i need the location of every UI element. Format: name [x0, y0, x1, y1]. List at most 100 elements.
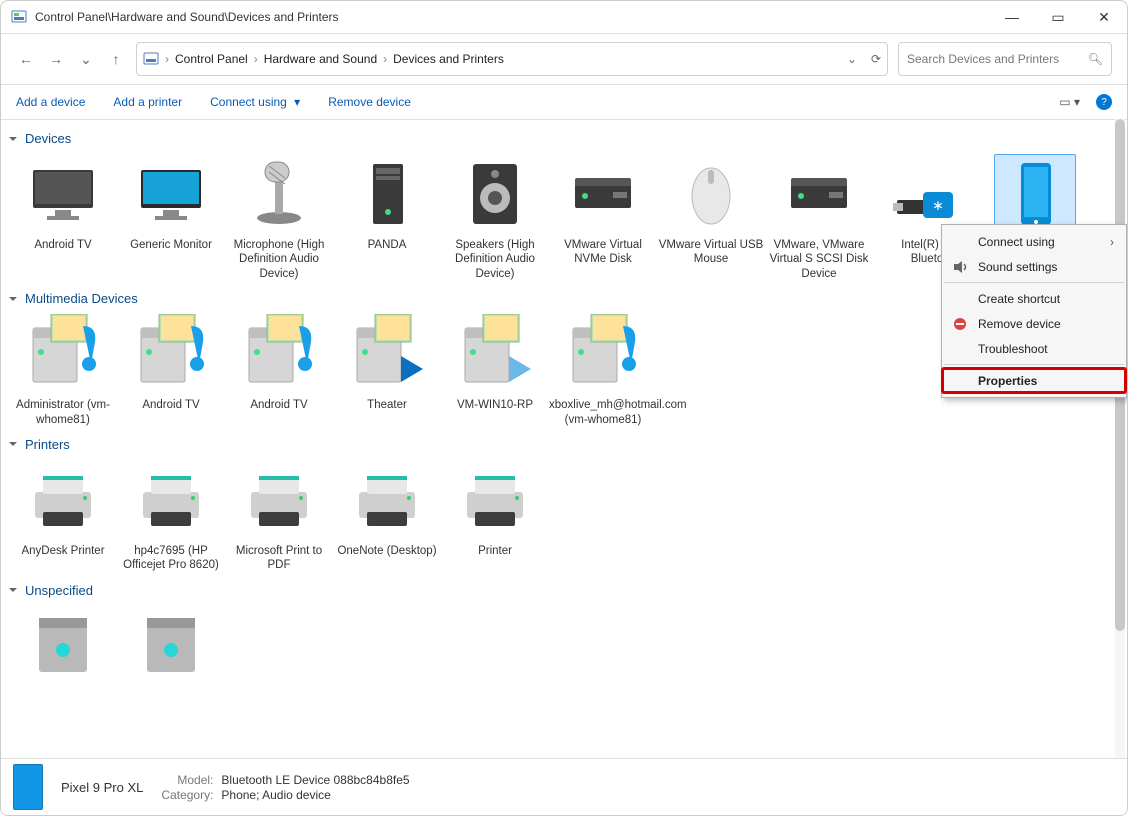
mm-server-play-lt-icon: [455, 314, 535, 394]
device-label: VMware, VMware Virtual S SCSI Disk Devic…: [765, 238, 873, 281]
device-item-speakers[interactable]: Speakers (High Definition Audio Device): [441, 154, 549, 281]
device-item-vmware-usb-mouse[interactable]: VMware Virtual USB Mouse: [657, 154, 765, 281]
device-item-unspec-1[interactable]: [9, 606, 117, 690]
back-button[interactable]: ←: [16, 51, 36, 67]
generic-dev-icon: [23, 606, 103, 686]
printer-icon: [239, 460, 319, 540]
printer-icon: [23, 460, 103, 540]
microphone-icon: [239, 154, 319, 234]
cmd-remove-device[interactable]: Remove device: [328, 95, 411, 109]
device-label: xboxlive_mh@hotmail.com (vm-whome81): [549, 398, 657, 427]
device-item-microphone[interactable]: Microphone (High Definition Audio Device…: [225, 154, 333, 281]
minimize-button[interactable]: —: [989, 1, 1035, 33]
grid-printers: AnyDesk Printerhp4c7695 (HP Officejet Pr…: [9, 456, 1112, 577]
cmd-add-device[interactable]: Add a device: [16, 95, 85, 109]
cmd-connect-using[interactable]: Connect using ▾: [210, 95, 300, 109]
device-item-vmware-scsi[interactable]: VMware, VMware Virtual S SCSI Disk Devic…: [765, 154, 873, 281]
speaker-icon: [952, 259, 968, 275]
status-bar: Pixel 9 Pro XL Model: Bluetooth LE Devic…: [1, 758, 1127, 815]
ctx-create-shortcut[interactable]: Create shortcut: [942, 286, 1126, 311]
printer-icon: [455, 460, 535, 540]
status-category-key: Category:: [161, 788, 213, 802]
context-menu: Connect using› Sound settings Create sho…: [941, 224, 1127, 398]
device-item-generic-monitor[interactable]: Generic Monitor: [117, 154, 225, 281]
breadcrumb-bar[interactable]: › Control Panel › Hardware and Sound › D…: [136, 42, 888, 76]
mm-server-icon: [23, 314, 103, 394]
ctx-remove-device[interactable]: Remove device: [942, 311, 1126, 336]
device-item-admin[interactable]: Administrator (vm-whome81): [9, 314, 117, 427]
mm-server-play-icon: [347, 314, 427, 394]
maximize-button[interactable]: ▭: [1035, 1, 1081, 33]
device-item-theater[interactable]: Theater: [333, 314, 441, 427]
device-item-panda[interactable]: PANDA: [333, 154, 441, 281]
status-category-value: Phone; Audio device: [221, 788, 409, 802]
mm-server-icon: [563, 314, 643, 394]
device-item-xboxlive[interactable]: xboxlive_mh@hotmail.com (vm-whome81): [549, 314, 657, 427]
device-item-hp[interactable]: hp4c7695 (HP Officejet Pro 8620): [117, 460, 225, 573]
device-label: Theater: [333, 398, 441, 412]
ctx-troubleshoot[interactable]: Troubleshoot: [942, 336, 1126, 361]
device-item-ms-pdf[interactable]: Microsoft Print to PDF: [225, 460, 333, 573]
disk-drive-icon: [779, 154, 859, 234]
status-model-value: Bluetooth LE Device 088bc84b8fe5: [221, 773, 409, 787]
device-label: PANDA: [333, 238, 441, 252]
printer-icon: [347, 460, 427, 540]
generic-dev-icon: [131, 606, 211, 686]
search-icon: 🔍︎: [1088, 52, 1103, 66]
view-options-button[interactable]: ▭ ▾: [1059, 95, 1080, 109]
breadcrumb-root[interactable]: Control Panel: [175, 52, 248, 66]
help-button[interactable]: ?: [1096, 94, 1112, 110]
group-header-devices[interactable]: Devices: [9, 131, 1112, 146]
breadcrumb-leaf[interactable]: Devices and Printers: [393, 52, 504, 66]
device-item-vmwin10rp[interactable]: VM-WIN10-RP: [441, 314, 549, 427]
device-item-printer[interactable]: Printer: [441, 460, 549, 573]
status-thumbnail: [13, 764, 43, 810]
device-item-unspec-2[interactable]: [117, 606, 225, 690]
refresh-icon[interactable]: ⟳: [871, 52, 881, 66]
chevron-down-icon[interactable]: ⌄: [847, 52, 857, 66]
device-label: Android TV: [9, 238, 117, 252]
recent-button[interactable]: ⌄: [76, 51, 96, 68]
breadcrumb-icon: [143, 51, 159, 67]
window-title: Control Panel\Hardware and Sound\Devices…: [35, 10, 339, 24]
device-item-mm-android-1[interactable]: Android TV: [117, 314, 225, 427]
device-label: AnyDesk Printer: [9, 544, 117, 558]
mm-server-icon: [131, 314, 211, 394]
device-label: Microphone (High Definition Audio Device…: [225, 238, 333, 281]
disk-drive-icon: [563, 154, 643, 234]
device-label: Android TV: [117, 398, 225, 412]
device-item-android-tv[interactable]: Android TV: [9, 154, 117, 281]
tower-pc-icon: [347, 154, 427, 234]
device-label: Generic Monitor: [117, 238, 225, 252]
device-label: VM-WIN10-RP: [441, 398, 549, 412]
close-button[interactable]: ✕: [1081, 1, 1127, 33]
device-label: Administrator (vm-whome81): [9, 398, 117, 427]
titlebar: Control Panel\Hardware and Sound\Devices…: [1, 1, 1127, 34]
search-input[interactable]: Search Devices and Printers 🔍︎: [898, 42, 1112, 76]
content-area: Devices Android TVGeneric MonitorMicroph…: [1, 119, 1127, 759]
group-header-printers[interactable]: Printers: [9, 437, 1112, 452]
device-item-vmware-nvme[interactable]: VMware Virtual NVMe Disk: [549, 154, 657, 281]
mouse-icon: [671, 154, 751, 234]
monitor-dark-icon: [23, 154, 103, 234]
trash-icon: [952, 316, 968, 332]
breadcrumb-mid[interactable]: Hardware and Sound: [264, 52, 377, 66]
status-device-name: Pixel 9 Pro XL: [61, 780, 143, 795]
device-label: Android TV: [225, 398, 333, 412]
ctx-properties[interactable]: Properties: [942, 368, 1126, 393]
up-button[interactable]: ↑: [106, 51, 126, 67]
device-label: VMware Virtual USB Mouse: [657, 238, 765, 267]
forward-button[interactable]: →: [46, 51, 66, 67]
device-item-onenote[interactable]: OneNote (Desktop): [333, 460, 441, 573]
address-row: ← → ⌄ ↑ › Control Panel › Hardware and S…: [1, 34, 1127, 84]
device-item-anydesk[interactable]: AnyDesk Printer: [9, 460, 117, 573]
ctx-sound-settings[interactable]: Sound settings: [942, 254, 1126, 279]
ctx-connect-using[interactable]: Connect using›: [942, 229, 1126, 254]
cmd-add-printer[interactable]: Add a printer: [113, 95, 182, 109]
group-header-unspecified[interactable]: Unspecified: [9, 583, 1112, 598]
mm-server-icon: [239, 314, 319, 394]
chevron-right-icon: ›: [1110, 235, 1114, 249]
device-item-mm-android-2[interactable]: Android TV: [225, 314, 333, 427]
command-bar: Add a device Add a printer Connect using…: [1, 84, 1127, 120]
speaker-icon: [455, 154, 535, 234]
